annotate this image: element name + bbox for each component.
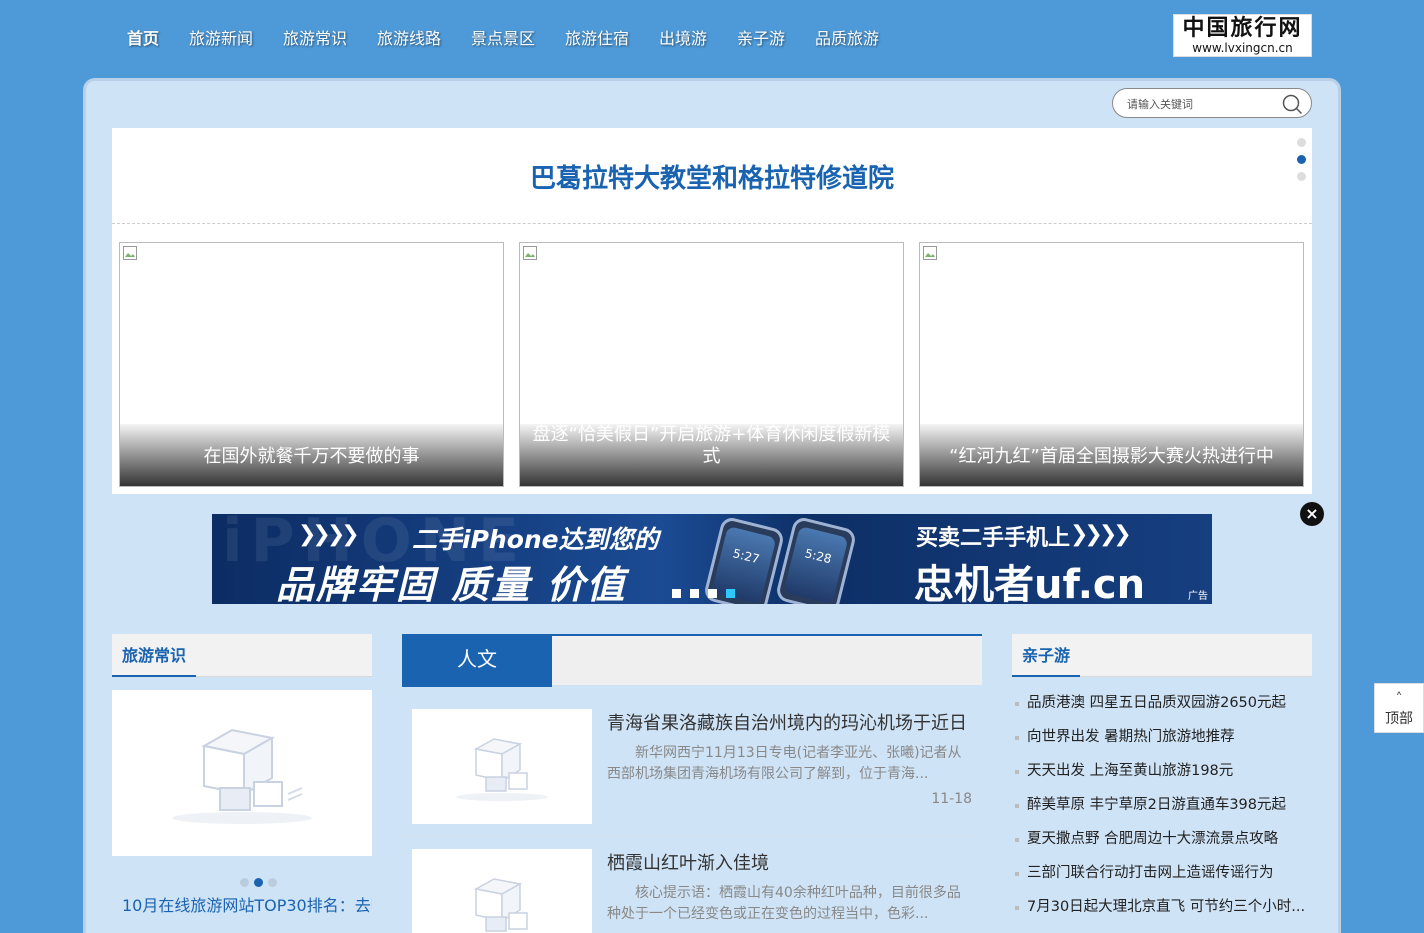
ad-banner[interactable]: iPHONE ❯❯❯❯ 二手iPhone达到您的 品牌牢固 质量 价值 5:27… [212, 514, 1212, 604]
list-item[interactable]: 向世界出发 暑期热门旅游地推荐 [1012, 724, 1312, 758]
back-to-top-button[interactable]: ˄ 顶部 [1374, 683, 1424, 733]
nav-item-home[interactable]: 首页 [127, 25, 159, 49]
placeholder-image[interactable] [112, 690, 372, 856]
featured-card[interactable]: 在国外就餐千万不要做的事 [119, 242, 504, 487]
nav-item-outbound[interactable]: 出境游 [659, 25, 707, 49]
list-item[interactable]: 夏天撒点野 合肥周边十大漂流景点攻略 [1012, 826, 1312, 860]
article-thumbnail[interactable] [412, 849, 592, 933]
nav-item-travel-news[interactable]: 旅游新闻 [189, 25, 253, 49]
ad-headline-top: 二手iPhone达到您的 [412, 525, 659, 554]
pager-dot[interactable] [672, 589, 681, 598]
nav-item-routes[interactable]: 旅游线路 [377, 25, 441, 49]
card-caption: 盘逐“恰美假日”开启旅游+体育休闲度假新模式 [520, 424, 903, 486]
ad-pager [672, 583, 744, 602]
list-item[interactable]: 品质港澳 四星五日品质双园游2650元起 [1012, 690, 1312, 724]
search-input[interactable] [1127, 95, 1277, 113]
site-logo[interactable]: 中国旅行网 www.lvxingcn.cn [1173, 14, 1312, 57]
card-caption: 在国外就餐千万不要做的事 [120, 424, 503, 486]
nav-item-lodging[interactable]: 旅游住宿 [565, 25, 629, 49]
section-title[interactable]: 旅游常识 [112, 634, 197, 677]
ad-brand: 忠机者uf.cn [914, 562, 1146, 604]
image-placeholder-icon [172, 728, 312, 824]
list-item[interactable]: 醉美草原 丰宁草原2日游直通车398元起 [1012, 792, 1312, 826]
article-summary: 新华网西宁11月13日专电(记者李亚光、张曦)记者从西部机场集团青海机场有限公司… [607, 745, 962, 782]
nav-item-family[interactable]: 亲子游 [737, 25, 785, 49]
list-item[interactable]: 天天出发 上海至黄山旅游198元 [1012, 758, 1312, 792]
chevrons-icon: ❯❯❯❯ [1070, 522, 1132, 547]
article-title[interactable]: 青海省果洛藏族自治州境内的玛沁机场于近日 [607, 709, 967, 735]
broken-image-icon [523, 246, 537, 260]
list-item[interactable]: 7月30日起大理北京直飞 可节约三个小时... [1012, 894, 1312, 928]
featured-headline[interactable]: 巴葛拉特大教堂和格拉特修道院 [112, 158, 1312, 195]
nav-item-quality[interactable]: 品质旅游 [815, 25, 879, 49]
nav-item-travel-tips[interactable]: 旅游常识 [283, 25, 347, 49]
chevrons-icon: ❯❯❯❯ [298, 522, 360, 547]
article-summary: 核心提示语：栖霞山有40余种红叶品种，目前很多品种处于一个已经变色或正在变色的过… [607, 885, 961, 922]
pager-dot[interactable] [1297, 138, 1306, 147]
article-date: 11-18 [931, 791, 972, 807]
image-placeholder-icon [473, 878, 528, 932]
featured-card[interactable]: 盘逐“恰美假日”开启旅游+体育休闲度假新模式 [519, 242, 904, 487]
search-icon[interactable] [1281, 93, 1303, 115]
pager-dot[interactable] [240, 878, 249, 887]
pager-dot-active[interactable] [1297, 155, 1306, 164]
article-thumbnail[interactable] [412, 709, 592, 824]
featured-slider: 巴葛拉特大教堂和格拉特修道院 在国外就餐千万不要做的事 盘逐“恰美假日”开启旅游… [112, 128, 1312, 494]
logo-url: www.lvxingcn.cn [1192, 41, 1293, 55]
close-ad-button[interactable]: × [1300, 502, 1324, 526]
featured-card[interactable]: “红河九红”首届全国摄影大赛火热进行中 [919, 242, 1304, 487]
phone-image: 5:28 [774, 515, 858, 604]
section-title[interactable]: 亲子游 [1012, 634, 1081, 677]
broken-image-icon [923, 246, 937, 260]
family-travel-list: 品质港澳 四星五日品质双园游2650元起 向世界出发 暑期热门旅游地推荐 天天出… [1012, 690, 1312, 928]
image-placeholder-icon [456, 738, 548, 801]
chevron-up-icon: ˄ [1395, 691, 1403, 707]
category-tabbar: 人文 [402, 634, 982, 687]
list-item: 青海省果洛藏族自治州境内的玛沁机场于近日 新华网西宁11月13日专电(记者李亚光… [402, 709, 982, 839]
ad-headline-main: 品牌牢固 质量 价值 [276, 563, 627, 604]
back-to-top-label: 顶部 [1385, 711, 1413, 727]
logo-title: 中国旅行网 [1182, 15, 1303, 41]
divider [112, 223, 1312, 224]
travel-tips-header: 旅游常识 [112, 634, 372, 677]
article-title[interactable]: 栖霞山红叶渐入佳境 [607, 849, 769, 875]
family-travel-header: 亲子游 [1012, 634, 1312, 677]
pager-dot[interactable] [268, 878, 277, 887]
left-pager [240, 872, 282, 891]
pager-dot[interactable] [1297, 172, 1306, 181]
broken-image-icon [123, 246, 137, 260]
phone-time: 5:28 [783, 525, 849, 604]
search-box [1112, 88, 1312, 118]
pager-dot[interactable] [690, 589, 699, 598]
left-article-link[interactable]: 10月在线旅游网站TOP30排名：去哪儿 [122, 892, 372, 916]
pager-dot-active[interactable] [254, 878, 263, 887]
list-item[interactable]: 三部门联合行动打击网上造谣传谣行为 [1012, 860, 1312, 894]
card-caption: “红河九红”首届全国摄影大赛火热进行中 [920, 424, 1303, 486]
pager-dot[interactable] [708, 589, 717, 598]
divider [402, 835, 982, 836]
ad-right-top: 买卖二手手机上 [916, 526, 1071, 551]
list-item: 栖霞山红叶渐入佳境 核心提示语：栖霞山有40余种红叶品种，目前很多品种处于一个已… [402, 849, 982, 933]
tab-culture[interactable]: 人文 [402, 634, 552, 687]
featured-pager [1297, 138, 1309, 189]
pager-dot-active[interactable] [726, 589, 735, 598]
top-nav: 首页 旅游新闻 旅游常识 旅游线路 景点景区 旅游住宿 出境游 亲子游 品质旅游… [0, 0, 1424, 78]
nav-item-scenic-spots[interactable]: 景点景区 [471, 25, 535, 49]
ad-label: 广告 [1188, 591, 1208, 602]
